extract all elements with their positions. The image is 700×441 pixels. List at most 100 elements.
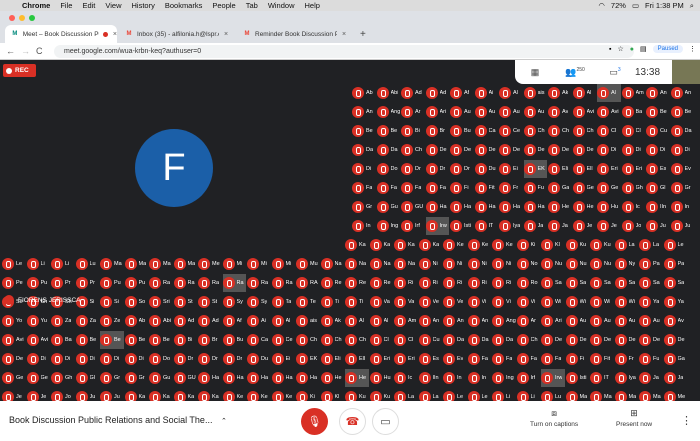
participant-tile[interactable]: Ari xyxy=(541,312,565,330)
participant-tile[interactable]: Ell xyxy=(345,350,369,368)
participant-tile[interactable]: Eri xyxy=(621,160,646,178)
participant-tile[interactable]: He xyxy=(320,369,345,387)
participant-tile[interactable]: Vi xyxy=(467,293,492,311)
participant-tile[interactable]: Ja xyxy=(639,369,663,387)
bookmark-star-icon[interactable]: ☆ xyxy=(618,45,624,53)
camera-icon[interactable]: ▪ xyxy=(609,46,611,53)
participant-tile[interactable]: Ka xyxy=(345,236,369,254)
participant-tile[interactable]: No xyxy=(516,255,541,273)
participant-tile[interactable]: Ad xyxy=(425,84,450,102)
participant-tile[interactable]: Dr xyxy=(222,350,247,368)
participant-tile[interactable]: Le xyxy=(2,255,26,273)
participant-tile[interactable]: Be xyxy=(646,103,670,121)
participant-tile[interactable]: Nu xyxy=(590,255,614,273)
participant-tile[interactable]: Pa xyxy=(639,255,663,273)
participant-tile[interactable]: Ha xyxy=(499,198,523,216)
participant-tile[interactable]: Ing xyxy=(492,369,516,387)
participant-tile[interactable]: Ja xyxy=(663,369,688,387)
present-now-button[interactable]: ⊞ Present now xyxy=(616,408,652,428)
menu-edit[interactable]: Edit xyxy=(82,1,95,10)
participant-tile[interactable]: Ku xyxy=(590,236,614,254)
participant-tile[interactable]: Ev xyxy=(443,350,467,368)
participant-tile[interactable]: De xyxy=(663,331,688,349)
participant-tile[interactable]: De xyxy=(541,331,565,349)
participant-tile[interactable]: Ta xyxy=(271,293,296,311)
participant-tile[interactable]: Eri xyxy=(597,160,621,178)
participant-tile[interactable]: Je xyxy=(572,217,597,235)
participant-tile[interactable]: Sa xyxy=(565,274,590,292)
participant-tile[interactable]: Isti xyxy=(565,369,590,387)
participant-tile[interactable]: Al xyxy=(597,84,621,102)
participant-tile[interactable]: De xyxy=(425,141,450,159)
participant-tile[interactable]: Abi xyxy=(149,312,173,330)
participant-tile[interactable]: Ha xyxy=(450,198,474,216)
participant-tile[interactable]: Irw xyxy=(541,369,565,387)
menu-bookmarks[interactable]: Bookmarks xyxy=(165,1,203,10)
participant-tile[interactable]: Eri xyxy=(394,350,418,368)
menu-tab[interactable]: Tab xyxy=(246,1,258,10)
participant-tile[interactable]: Dr xyxy=(173,350,198,368)
participant-tile[interactable]: Le xyxy=(663,236,688,254)
participant-tile[interactable]: In xyxy=(352,217,376,235)
participant-tile[interactable]: Fa xyxy=(425,179,450,197)
participant-tile[interactable]: Bi xyxy=(173,331,198,349)
participant-tile[interactable]: Da xyxy=(492,331,516,349)
participant-tile[interactable]: Ge xyxy=(26,369,51,387)
participant-tile[interactable]: Ga xyxy=(548,179,572,197)
participant-tile[interactable]: Wi xyxy=(541,293,565,311)
participant-tile[interactable]: Au xyxy=(565,312,590,330)
participant-tile[interactable]: Fa xyxy=(541,350,565,368)
participant-tile[interactable]: Ra xyxy=(198,274,222,292)
forward-button[interactable]: → xyxy=(21,46,30,56)
participant-tile[interactable]: An xyxy=(443,312,467,330)
participant-tile[interactable]: Af xyxy=(222,312,247,330)
participant-tile[interactable]: Li xyxy=(26,255,51,273)
participant-tile[interactable]: Am xyxy=(621,84,646,102)
participant-tile[interactable]: Avi xyxy=(26,331,51,349)
participant-tile[interactable]: Al xyxy=(345,312,369,330)
participant-tile[interactable]: Sy xyxy=(247,293,271,311)
participant-tile[interactable]: Avi xyxy=(597,103,621,121)
participant-tile[interactable]: Isti xyxy=(450,217,474,235)
participant-tile[interactable]: IT xyxy=(474,217,499,235)
participant-tile[interactable]: Wi xyxy=(565,293,590,311)
hang-up-button[interactable]: ☎ xyxy=(339,408,366,435)
participant-tile[interactable]: IIn xyxy=(418,369,443,387)
wifi-icon[interactable]: ◠ xyxy=(598,1,605,10)
participant-tile[interactable]: De xyxy=(572,141,597,159)
participant-tile[interactable]: Pa xyxy=(663,255,688,273)
participant-tile[interactable]: Gh xyxy=(621,179,646,197)
participant-tile[interactable]: Ha xyxy=(271,369,296,387)
participant-tile[interactable]: Av xyxy=(548,103,572,121)
participant-tile[interactable]: Ce xyxy=(499,122,523,140)
participant-tile[interactable]: Fi xyxy=(565,350,590,368)
participant-tile[interactable]: Ka xyxy=(394,236,418,254)
participant-tile[interactable]: He xyxy=(572,198,597,216)
battery-percent[interactable]: 72% xyxy=(611,1,626,10)
participant-tile[interactable]: Mi xyxy=(247,255,271,273)
participant-tile[interactable]: Da xyxy=(352,141,376,159)
participant-tile[interactable]: Di xyxy=(51,350,75,368)
participant-tile[interactable]: Ra xyxy=(271,274,296,292)
participant-tile[interactable]: Ni xyxy=(492,255,516,273)
participant-tile[interactable]: De xyxy=(590,331,614,349)
participant-tile[interactable]: Ke xyxy=(467,236,492,254)
participant-tile[interactable]: Za xyxy=(51,312,75,330)
participant-tile[interactable]: Ma xyxy=(173,255,198,273)
participant-tile[interactable]: St xyxy=(173,293,198,311)
participant-tile[interactable]: Ti xyxy=(345,293,369,311)
participant-tile[interactable]: Nu xyxy=(565,255,590,273)
participant-tile[interactable]: Ang xyxy=(376,103,400,121)
participant-tile[interactable]: Be xyxy=(149,331,173,349)
participant-tile[interactable]: Ri xyxy=(394,274,418,292)
participant-tile[interactable]: Ch xyxy=(345,331,369,349)
participant-tile[interactable]: Au xyxy=(614,312,639,330)
participant-tile[interactable]: Ja xyxy=(548,217,572,235)
participant-tile[interactable]: Nu xyxy=(541,255,565,273)
participant-tile[interactable]: Gr xyxy=(124,369,149,387)
participant-tile[interactable]: Dr xyxy=(198,350,222,368)
participant-tile[interactable]: Da xyxy=(467,331,492,349)
participant-tile[interactable]: Di xyxy=(352,160,376,178)
participant-tile[interactable]: EK xyxy=(296,350,320,368)
participant-tile[interactable]: Du xyxy=(247,350,271,368)
